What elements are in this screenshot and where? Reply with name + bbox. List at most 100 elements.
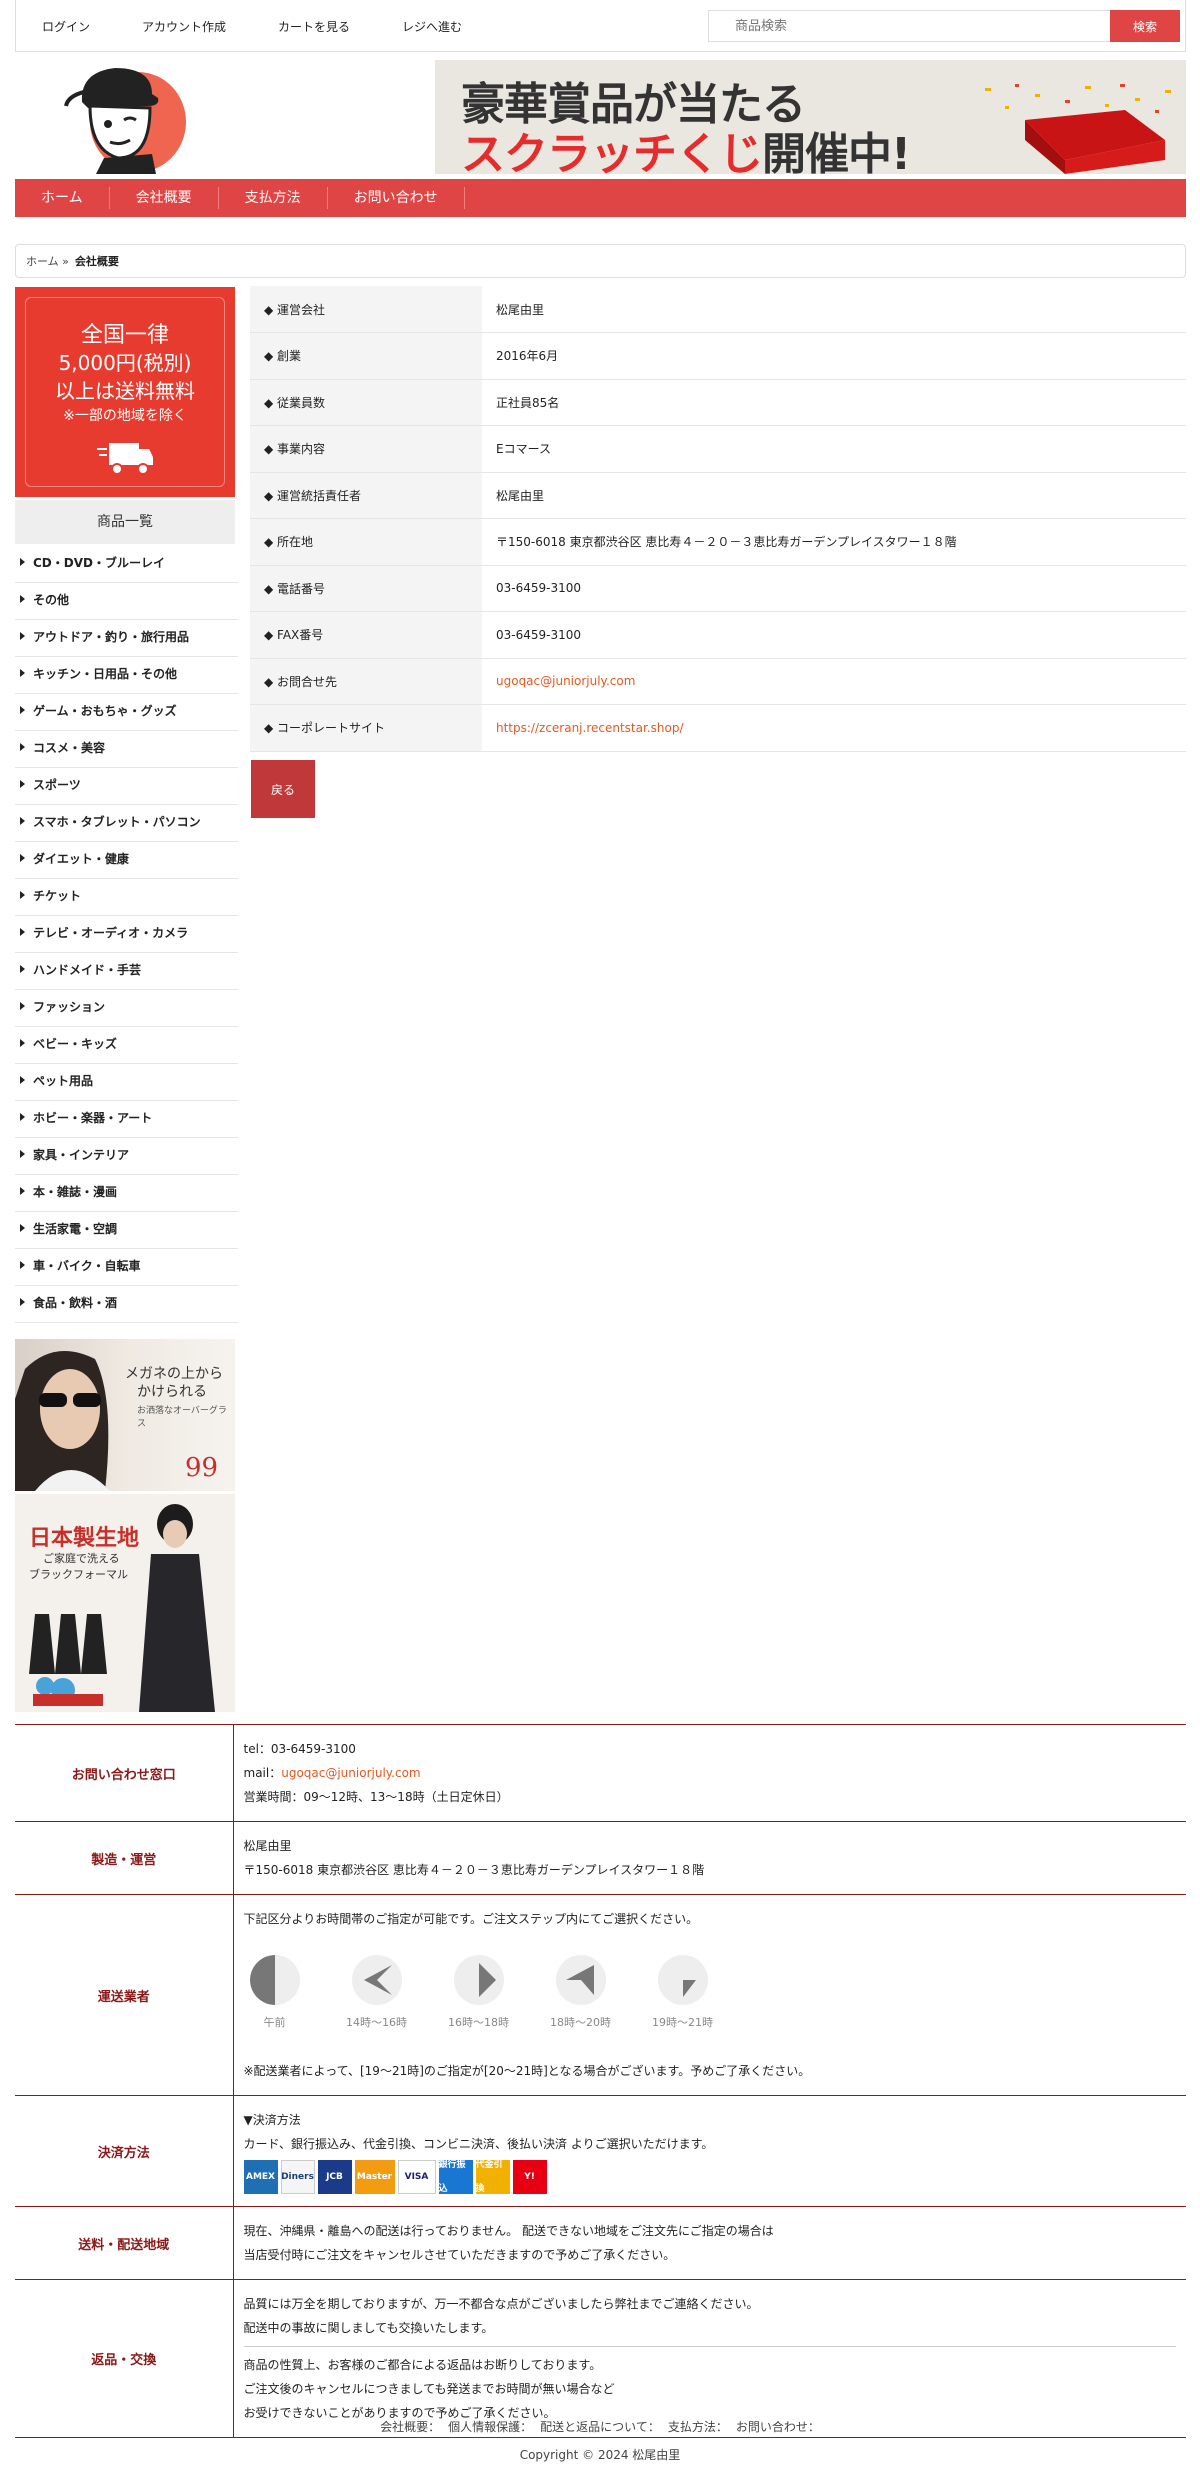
category-item[interactable]: 食品・飲料・酒 bbox=[15, 1286, 238, 1323]
company-key: ◆ 電話番号 bbox=[250, 565, 482, 612]
company-row: ◆ 運営会社 松尾由里 bbox=[250, 286, 1186, 333]
category-item[interactable]: ハンドメイド・手芸 bbox=[15, 953, 238, 990]
company-value: ugoqac@juniorjuly.com bbox=[482, 658, 1186, 705]
nav-home[interactable]: ホーム bbox=[15, 187, 110, 209]
view-cart-link[interactable]: カートを見る bbox=[252, 18, 376, 35]
category-item[interactable]: キッチン・日用品・その他 bbox=[15, 657, 238, 694]
info-row-contact: お問い合わせ窓口 tel：03-6459-3100 mail：ugoqac@ju… bbox=[15, 1724, 1186, 1822]
company-link[interactable]: ugoqac@juniorjuly.com bbox=[496, 674, 635, 688]
footer-link[interactable]: 支払方法： bbox=[668, 2420, 728, 2434]
black-formal-ad[interactable]: 日本製生地 ご家庭で洗える ブラックフォーマル bbox=[15, 1494, 235, 1712]
payment-logo: JCB bbox=[317, 2160, 352, 2194]
company-key: ◆ 所在地 bbox=[250, 518, 482, 566]
maker-head: 製造・運営 bbox=[15, 1821, 234, 1895]
company-key: ◆ コーポレートサイト bbox=[250, 704, 482, 752]
category-item[interactable]: ホビー・楽器・アート bbox=[15, 1101, 238, 1138]
returns-content: 品質には万全を期しておりますが、万一不都合な点がございましたら弊社までご連絡くだ… bbox=[233, 2279, 1186, 2438]
payment-logo: 銀行振込 bbox=[438, 2160, 473, 2194]
category-list: CD・DVD・ブルーレイ その他 アウトドア・釣り・旅行用品 キッチン・日用品・その他… bbox=[15, 546, 238, 1323]
nav-contact[interactable]: お問い合わせ bbox=[328, 187, 465, 209]
contact-mail-link[interactable]: ugoqac@juniorjuly.com bbox=[281, 1766, 420, 1780]
category-item[interactable]: 生活家電・空調 bbox=[15, 1212, 238, 1249]
create-account-link[interactable]: アカウント作成 bbox=[116, 18, 252, 35]
category-item[interactable]: その他 bbox=[15, 583, 238, 620]
promo-line2: 5,000円(税別) bbox=[58, 351, 192, 375]
category-item[interactable]: コスメ・美容 bbox=[15, 731, 238, 768]
payment-logo: Master bbox=[354, 2160, 395, 2194]
delivery-head: 運送業者 bbox=[15, 1894, 234, 2096]
category-item[interactable]: ペット用品 bbox=[15, 1064, 238, 1101]
company-row: ◆ 従業員数 正社員85名 bbox=[250, 379, 1186, 426]
search-input[interactable] bbox=[708, 10, 1123, 42]
promo-line3: 以上は送料無料 bbox=[55, 379, 195, 403]
time-slot-label: 16時〜18時 bbox=[448, 2016, 509, 2029]
nav-company[interactable]: 会社概要 bbox=[110, 187, 219, 209]
category-item[interactable]: ファッション bbox=[15, 990, 238, 1027]
time-slot-label: 18時〜20時 bbox=[550, 2016, 611, 2029]
scratch-lottery-banner[interactable]: 豪華賞品が当たる スクラッチくじ開催中! bbox=[435, 60, 1186, 174]
category-item[interactable]: ベビー・キッズ bbox=[15, 1027, 238, 1064]
category-item[interactable]: チケット bbox=[15, 879, 238, 916]
company-row: ◆ 事業内容 Eコマース bbox=[250, 425, 1186, 473]
company-link[interactable]: https://zceranj.recentstar.shop/ bbox=[496, 721, 684, 735]
ad1-line2: かけられる bbox=[137, 1384, 207, 1400]
footer-link[interactable]: 個人情報保護： bbox=[448, 2420, 532, 2434]
maker-address: 〒150-6018 東京都渋谷区 恵比寿４－２０－３恵比寿ガーデンプレイスタワー… bbox=[243, 1863, 705, 1877]
payment-desc: カード、銀行振込み、代金引換、コンビニ決済、後払い決済 よりご選択いただけます。 bbox=[243, 2137, 714, 2151]
category-item[interactable]: 本・雑誌・漫画 bbox=[15, 1175, 238, 1212]
login-link[interactable]: ログイン bbox=[16, 18, 116, 35]
contact-mail-line: mail：ugoqac@juniorjuly.com bbox=[243, 1766, 421, 1780]
time-slot: 14時〜16時 bbox=[346, 1955, 408, 2035]
category-item[interactable]: 車・バイク・自転車 bbox=[15, 1249, 238, 1286]
category-item[interactable]: テレビ・オーディオ・カメラ bbox=[15, 916, 238, 953]
category-item[interactable]: 家具・インテリア bbox=[15, 1138, 238, 1175]
nav-payment[interactable]: 支払方法 bbox=[219, 187, 328, 209]
copyright: Copyright © 2024 松尾由里 bbox=[519, 2448, 681, 2462]
free-shipping-promo[interactable]: 全国一律 5,000円(税別) 以上は送料無料 ※一部の地域を除く bbox=[15, 287, 235, 497]
checkout-link[interactable]: レジへ進む bbox=[376, 18, 488, 35]
search-button[interactable]: 検索 bbox=[1110, 10, 1180, 42]
clock-icon bbox=[453, 1955, 504, 2005]
info-row-maker: 製造・運営 松尾由里 〒150-6018 東京都渋谷区 恵比寿４－２０－３恵比寿… bbox=[15, 1821, 1186, 1895]
returns-line4: ご注文後のキャンセルにつきましても発送までお時間が無い場合など bbox=[243, 2382, 615, 2396]
company-key: ◆ 創業 bbox=[250, 332, 482, 380]
top-bar: ログイン アカウント作成 カートを見る レジへ進む 検索 bbox=[15, 0, 1186, 52]
info-row-returns: 返品・交換 品質には万全を期しておりますが、万一不都合な点がございましたら弊社ま… bbox=[15, 2279, 1186, 2438]
category-item[interactable]: ダイエット・健康 bbox=[15, 842, 238, 879]
top-links: ログイン アカウント作成 カートを見る レジへ進む bbox=[16, 0, 488, 52]
payment-title: ▼決済方法 bbox=[243, 2113, 301, 2127]
payment-logo: Diners bbox=[280, 2160, 315, 2194]
shop-logo[interactable] bbox=[60, 62, 188, 174]
returns-head: 返品・交換 bbox=[15, 2279, 234, 2438]
breadcrumb-home[interactable]: ホーム » bbox=[26, 253, 69, 269]
formal-dress-icon bbox=[29, 1504, 215, 1712]
overglass-ad[interactable]: メガネの上から かけられる お洒落なオーバーグラス 99 bbox=[15, 1339, 235, 1491]
payment-card-logos: AMEX Diners JCB Master VISA 銀行振込 代金引換 Y! bbox=[243, 2160, 1177, 2194]
category-item[interactable]: アウトドア・釣り・旅行用品 bbox=[15, 620, 238, 657]
back-button[interactable]: 戻る bbox=[251, 760, 315, 818]
shipping-line1: 現在、沖縄県・離島への配送は行っておりません。 配送できない地域をご注文先にご指… bbox=[243, 2224, 774, 2238]
payment-logo: Y! bbox=[512, 2160, 547, 2194]
contact-tel: tel：03-6459-3100 bbox=[243, 1742, 356, 1756]
returns-line2: 配送中の事故に関しましても交換いたします。 bbox=[243, 2321, 494, 2335]
payment-logo: VISA bbox=[397, 2160, 436, 2194]
time-slot: 午前 bbox=[244, 1955, 306, 2035]
breadcrumb-current: 会社概要 bbox=[74, 255, 119, 268]
category-item[interactable]: ゲーム・おもちゃ・グッズ bbox=[15, 694, 238, 731]
category-item[interactable]: スポーツ bbox=[15, 768, 238, 805]
footer-link[interactable]: お問い合わせ： bbox=[736, 2420, 820, 2434]
banner-line2: スクラッチくじ開催中! bbox=[461, 129, 911, 174]
returns-line3: 商品の性質上、お客様のご都合による返品はお断りしております。 bbox=[243, 2358, 602, 2372]
company-key: ◆ FAX番号 bbox=[250, 611, 482, 659]
category-item[interactable]: スマホ・タブレット・パソコン bbox=[15, 805, 238, 842]
time-slot: 19時〜21時 bbox=[652, 1955, 714, 2035]
footer-link[interactable]: 配送と返品について： bbox=[540, 2420, 660, 2434]
contact-content: tel：03-6459-3100 mail：ugoqac@juniorjuly.… bbox=[233, 1724, 1186, 1822]
delivery-time-slots: 午前 14時〜16時 16時〜18時 18時〜20時 19時〜21時 bbox=[244, 1955, 1177, 2035]
company-value: 03-6459-3100 bbox=[482, 611, 1186, 659]
time-slot: 18時〜20時 bbox=[550, 1955, 612, 2035]
category-item[interactable]: CD・DVD・ブルーレイ bbox=[15, 546, 238, 583]
returns-line1: 品質には万全を期しておりますが、万一不都合な点がございましたら弊社までご連絡くだ… bbox=[243, 2297, 759, 2311]
footer-link[interactable]: 会社概要： bbox=[380, 2420, 440, 2434]
promo-line4: ※一部の地域を除く bbox=[63, 408, 187, 424]
